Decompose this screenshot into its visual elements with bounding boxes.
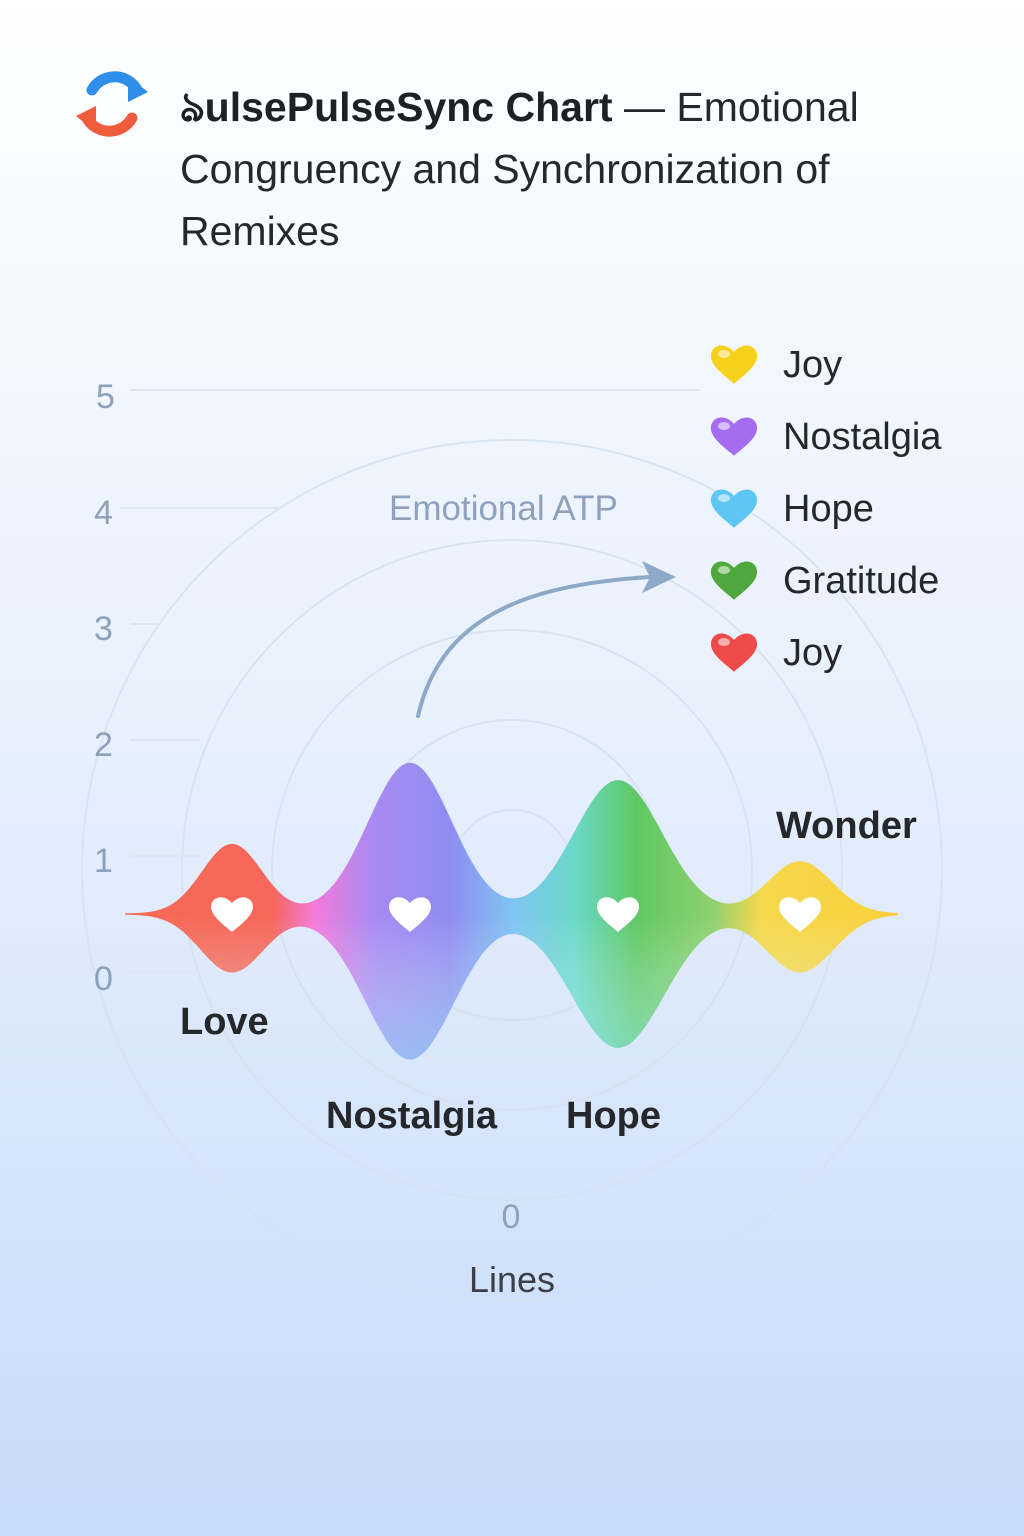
legend-heart-icon (710, 561, 758, 600)
legend-label: Gratitude (783, 560, 939, 602)
chart-title: ঌulsePulseSync Chart — Emotional Congrue… (180, 76, 980, 262)
legend: Joy Nostalgia Hope Gratitude Joy (710, 344, 942, 674)
y-tick-label: 5 (96, 378, 115, 416)
y-tick-label: 3 (94, 610, 113, 648)
legend-heart-icon (710, 417, 758, 456)
peak-label-hope: Hope (566, 1095, 661, 1137)
x-tick-label: 0 (502, 1198, 521, 1236)
legend-heart-icon (710, 345, 758, 384)
annotation: Emotional ATP (389, 489, 676, 718)
legend-heart-icon (710, 633, 758, 672)
annotation-arrow (416, 575, 652, 718)
y-tick-label: 1 (94, 842, 113, 880)
legend-label: Joy (783, 344, 842, 386)
x-axis-label: Lines (469, 1259, 555, 1300)
peak-label-love: Love (180, 1001, 269, 1043)
legend-heart-icon (710, 489, 758, 528)
chart-area: 5 4 3 2 1 0 Love Nostalgia Hope Wonder E… (81, 344, 943, 1301)
peak-label-wonder: Wonder (776, 805, 917, 847)
legend-heart-highlight (718, 422, 730, 430)
annotation-label: Emotional ATP (389, 489, 618, 528)
y-axis: 5 4 3 2 1 0 (94, 378, 115, 998)
legend-heart-highlight (718, 638, 730, 646)
x-axis: 0 Lines (469, 1198, 555, 1300)
peak-label-nostalgia: Nostalgia (326, 1095, 498, 1137)
chart-header: ঌulsePulseSync Chart — Emotional Congrue… (0, 0, 1024, 280)
legend-heart-highlight (718, 494, 730, 502)
legend-label: Nostalgia (783, 416, 942, 458)
y-tick-label: 4 (94, 494, 113, 532)
legend-heart-highlight (718, 566, 730, 574)
y-tick-label: 2 (94, 726, 113, 764)
sync-arrows-icon (76, 71, 148, 137)
legend-label: Hope (783, 488, 874, 530)
title-bold-part: ঌulsePulseSync Chart (180, 84, 613, 130)
y-tick-label: 0 (94, 960, 113, 998)
legend-heart-highlight (718, 350, 730, 358)
legend-label: Joy (783, 632, 842, 674)
